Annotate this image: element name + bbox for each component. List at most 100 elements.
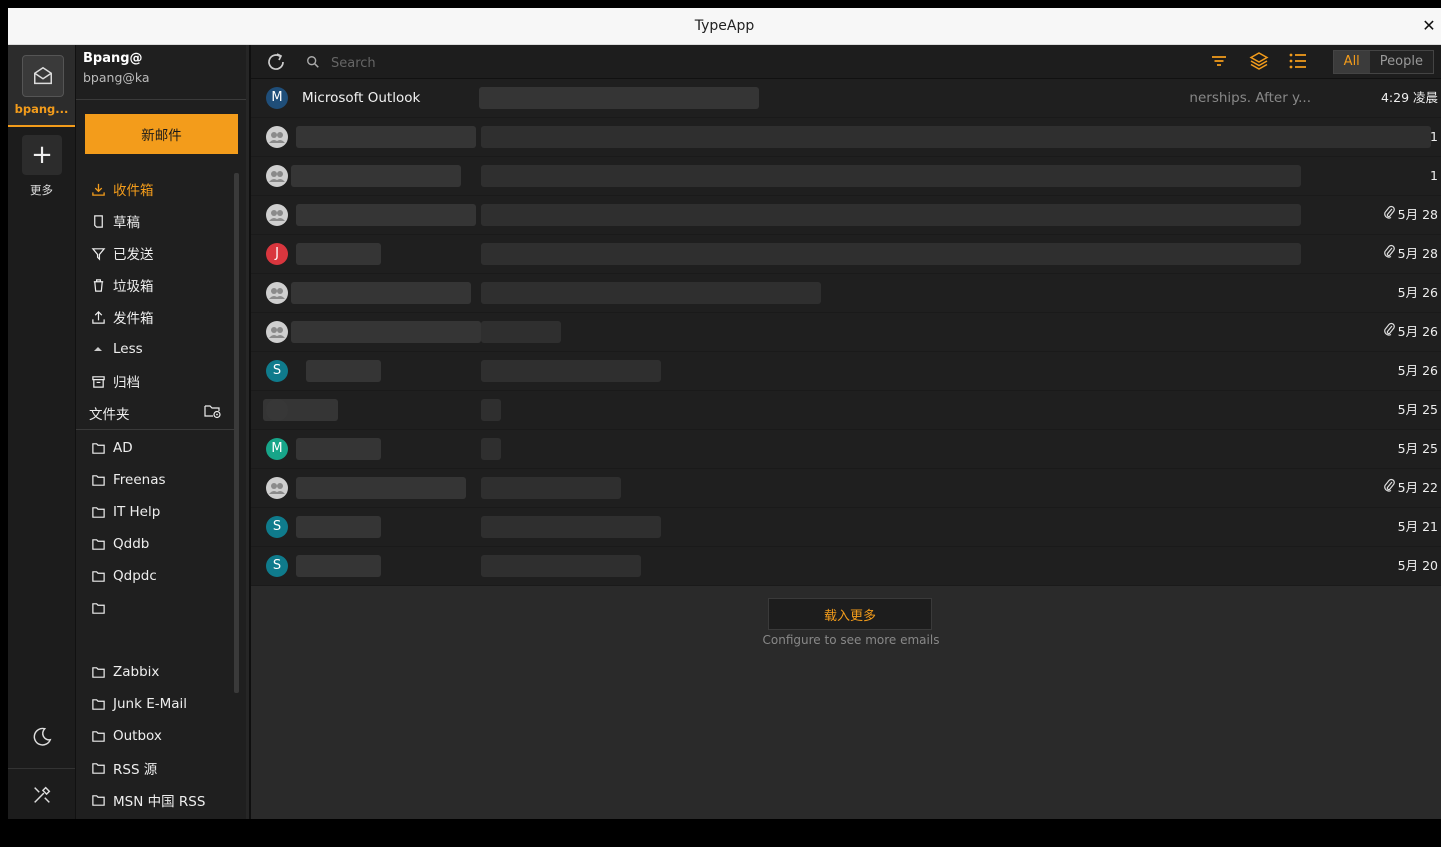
folder-list: 收件箱 草稿 已发送 垃圾箱 发件箱 Less 归档 文件夹 AD Freena… [76, 173, 234, 816]
date-text: 1 [1430, 129, 1438, 144]
sender-avatar: S [266, 555, 288, 577]
email-row[interactable]: 1 [251, 118, 1441, 157]
add-account-button[interactable]: + [22, 135, 62, 175]
mail-account-icon [22, 55, 64, 97]
refresh-icon[interactable] [264, 50, 288, 74]
tools-icon[interactable] [8, 768, 75, 819]
folder-icon [89, 791, 107, 809]
custom-folder-list: AD Freenas IT Help Qddb Qdpdc Zabbix Junk E-Ma… [76, 430, 234, 816]
folder-panel: Bpang@ bpang@ka 新邮件 收件箱 草稿 已发送 垃圾箱 发件箱 L… [76, 45, 246, 819]
redacted-block [291, 321, 481, 343]
email-date: 5月 20 [1398, 547, 1438, 585]
date-text: 5月 28 [1397, 246, 1438, 261]
folder-item[interactable] [76, 624, 234, 656]
folder-item[interactable]: Outbox [76, 720, 234, 752]
attachment-icon [1383, 235, 1395, 273]
folder-label: 发件箱 [113, 311, 154, 327]
load-more-button[interactable]: 载入更多 [768, 598, 932, 630]
contact-avatar-icon [266, 204, 288, 226]
folder-label: MSN 中国 RSS [113, 794, 206, 810]
email-row[interactable]: 5月 26 [251, 313, 1441, 352]
email-row[interactable]: 5月 25 [251, 391, 1441, 430]
email-row[interactable]: J 5月 28 [251, 235, 1441, 274]
window-title: TypeApp [694, 18, 755, 34]
email-snippet: nerships. After y... [1189, 90, 1311, 106]
email-date: 5月 28 [1383, 196, 1438, 234]
email-row[interactable]: 5月 26 [251, 274, 1441, 313]
folder-less-toggle[interactable]: Less [76, 333, 234, 365]
email-date: 5月 26 [1398, 274, 1438, 312]
more-label[interactable]: 更多 [8, 182, 75, 198]
redacted-block [481, 165, 1301, 187]
folder-item[interactable]: Qddb [76, 528, 234, 560]
folder-label: 归档 [113, 375, 140, 391]
folder-inbox[interactable]: 收件箱 [76, 173, 234, 205]
date-text: 5月 28 [1397, 207, 1438, 222]
folder-icon [89, 535, 107, 553]
redacted-block [481, 204, 1301, 226]
draft-icon [89, 212, 107, 230]
config-note-link[interactable]: Configure to see more emails [751, 633, 951, 647]
redacted-block [296, 204, 476, 226]
folder-sent[interactable]: 已发送 [76, 237, 234, 269]
folder-icon [89, 567, 107, 585]
email-row[interactable]: S 5月 21 [251, 508, 1441, 547]
redacted-block [481, 477, 621, 499]
folder-item[interactable]: Zabbix [76, 656, 234, 688]
folder-item[interactable]: IT Help [76, 496, 234, 528]
folder-label: IT Help [113, 504, 161, 520]
search-input[interactable] [329, 50, 933, 76]
folder-icon [89, 759, 107, 777]
redacted-block [296, 555, 381, 577]
close-icon[interactable]: ✕ [1419, 8, 1439, 44]
account-tile[interactable]: bpang... [8, 45, 75, 127]
folder-label: 草稿 [113, 215, 140, 231]
sender-avatar: S [266, 360, 288, 382]
redacted-block [291, 282, 471, 304]
tab-people[interactable]: People [1370, 51, 1433, 73]
folder-item[interactable] [76, 592, 234, 624]
account-label: bpang... [14, 102, 69, 116]
redacted-block [296, 477, 466, 499]
contact-avatar-icon [266, 321, 288, 343]
folder-scrollbar[interactable] [234, 173, 239, 693]
moon-icon[interactable] [28, 723, 56, 751]
email-row[interactable]: M Microsoft Outlook nerships. After y... 4:… [251, 79, 1441, 118]
mail-toolbar: All People [251, 45, 1441, 79]
account-rail: bpang... + 更多 [8, 45, 76, 819]
folder-label: Zabbix [113, 664, 160, 680]
mail-list-pane: All People M Microsoft Outlook nerships. A… [249, 45, 1441, 819]
email-row[interactable]: 5月 28 [251, 196, 1441, 235]
folder-icon [89, 695, 107, 713]
folder-outbox[interactable]: 发件箱 [76, 301, 234, 333]
folder-archive[interactable]: 归档 [76, 365, 234, 397]
list-view-icon[interactable] [1288, 51, 1310, 73]
redacted-block [296, 438, 381, 460]
folder-label: 收件箱 [113, 183, 154, 199]
folder-item[interactable]: Junk E-Mail [76, 688, 234, 720]
divider [76, 99, 246, 100]
redacted-block [481, 126, 1431, 148]
email-row[interactable]: S 5月 26 [251, 352, 1441, 391]
folder-label: Qdpdc [113, 568, 157, 584]
folder-item[interactable]: Qdpdc [76, 560, 234, 592]
filter-icon[interactable] [1209, 51, 1231, 73]
new-mail-button[interactable]: 新邮件 [85, 114, 238, 154]
email-row[interactable]: 1 [251, 157, 1441, 196]
folder-item[interactable]: Freenas [76, 464, 234, 496]
email-row[interactable]: S 5月 20 [251, 547, 1441, 586]
email-row[interactable]: M 5月 25 [251, 430, 1441, 469]
sender-avatar: S [266, 516, 288, 538]
folder-drafts[interactable]: 草稿 [76, 205, 234, 237]
layers-icon[interactable] [1249, 51, 1271, 73]
folder-item[interactable]: AD [76, 432, 234, 464]
folder-icon [89, 471, 107, 489]
contact-avatar-icon [266, 282, 288, 304]
folder-trash[interactable]: 垃圾箱 [76, 269, 234, 301]
folder-item[interactable]: MSN 中国 RSS [76, 784, 234, 816]
email-list: M Microsoft Outlook nerships. After y... 4:… [251, 79, 1441, 586]
email-row[interactable]: 5月 22 [251, 469, 1441, 508]
tab-all[interactable]: All [1333, 51, 1370, 73]
folder-item[interactable]: RSS 源 [76, 752, 234, 784]
folder-settings-icon[interactable] [204, 403, 222, 423]
